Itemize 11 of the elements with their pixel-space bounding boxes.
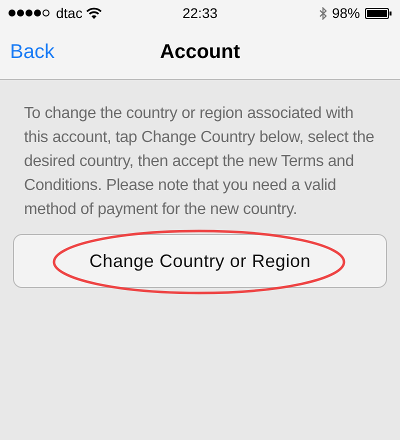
back-button[interactable]: Back — [10, 41, 54, 64]
carrier-name: dtac — [56, 5, 82, 21]
battery-icon — [365, 8, 392, 18]
wifi-icon — [86, 7, 102, 19]
info-text: To change the country or region associated with this account, tap Change Country below, select the desired country, then accept the new Terms and Conditions. Please note that you need a valid method of payment for the new country. — [24, 104, 376, 220]
battery-percent: 98% — [332, 5, 360, 21]
status-time: 22:33 — [182, 5, 218, 21]
signal-icon — [8, 9, 52, 17]
bluetooth-icon — [318, 6, 327, 20]
screen-title: Account — [160, 41, 240, 64]
change-country-button[interactable]: Change Country or Region — [13, 234, 387, 288]
